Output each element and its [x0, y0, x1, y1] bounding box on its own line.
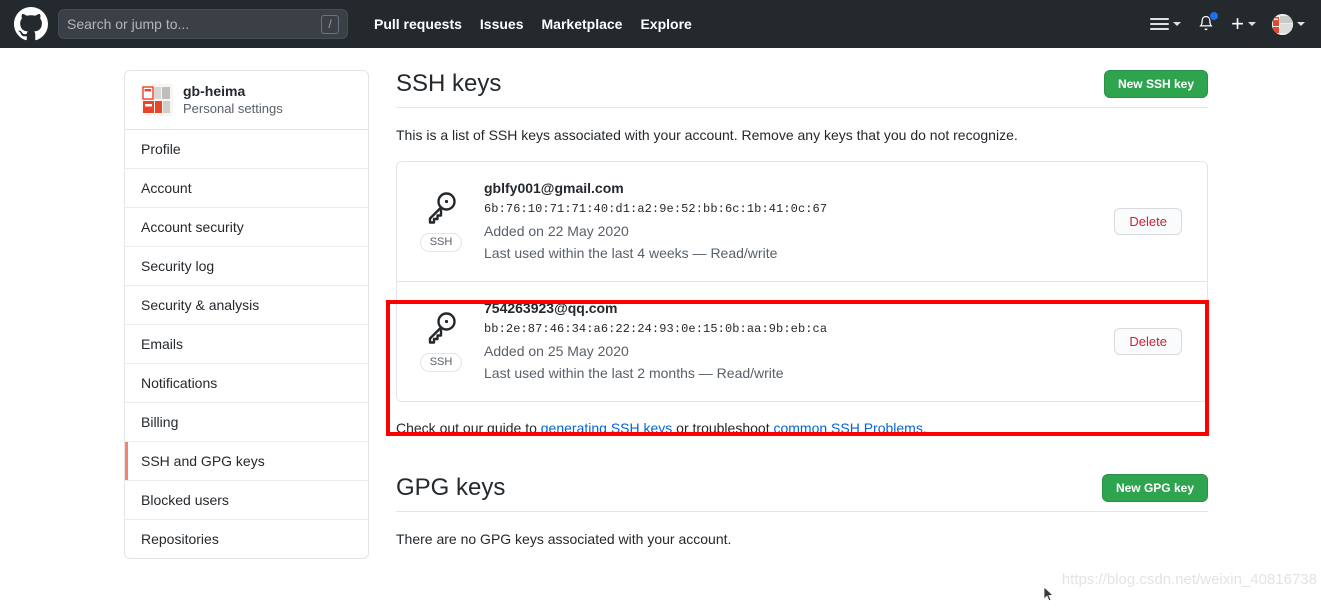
sidebar-item-repositories[interactable]: Repositories [125, 520, 368, 558]
nav-issues[interactable]: Issues [480, 16, 524, 32]
watermark: https://blog.csdn.net/weixin_40816738 [1062, 571, 1317, 588]
ssh-key-row: SSH gblfy001@gmail.com 6b:76:10:71:71:40… [397, 162, 1207, 281]
ssh-key-row: SSH 754263923@qq.com bb:2e:87:46:34:a6:2… [397, 281, 1207, 401]
global-header: Search or jump to... / Pull requests Iss… [0, 0, 1321, 48]
sidebar-item-label: Notifications [141, 375, 217, 391]
ssh-key-added-date: Added on 22 May 2020 [484, 220, 1114, 242]
ssh-key-added-date: Added on 25 May 2020 [484, 340, 1114, 362]
new-ssh-key-button[interactable]: New SSH key [1104, 70, 1208, 98]
sidebar-item-profile[interactable]: Profile [125, 130, 368, 169]
ssh-key-title: 754263923@qq.com [484, 298, 1114, 319]
settings-sidebar: gb-heima Personal settings Profile Accou… [124, 70, 369, 559]
ssh-badge: SSH [420, 353, 463, 372]
sidebar-item-notifications[interactable]: Notifications [125, 364, 368, 403]
header-right-actions: + [1144, 0, 1311, 48]
gpg-keys-description: There are no GPG keys associated with yo… [396, 531, 1208, 547]
mouse-cursor-icon [1043, 586, 1055, 609]
sidebar-item-label: Account [141, 180, 192, 196]
sidebar-item-emails[interactable]: Emails [125, 325, 368, 364]
common-ssh-problems-link[interactable]: common SSH Problems [773, 420, 922, 436]
nav-explore[interactable]: Explore [640, 16, 691, 32]
sidebar-user-texts: gb-heima Personal settings [183, 83, 283, 117]
ssh-help-prefix: Check out our guide to [396, 420, 541, 436]
avatar [141, 84, 173, 116]
hamburger-icon [1150, 18, 1169, 30]
ssh-key-details: gblfy001@gmail.com 6b:76:10:71:71:40:d1:… [484, 178, 1114, 265]
ssh-keys-list: SSH gblfy001@gmail.com 6b:76:10:71:71:40… [396, 161, 1208, 402]
ssh-key-last-used: Last used within the last 4 weeks — Read… [484, 242, 1114, 264]
chevron-down-icon [1297, 22, 1305, 26]
ssh-key-title: gblfy001@gmail.com [484, 178, 1114, 199]
chevron-down-icon [1173, 22, 1181, 26]
delete-button[interactable]: Delete [1114, 208, 1182, 235]
user-menu-button[interactable] [1266, 14, 1311, 35]
ssh-help-text: Check out our guide to generating SSH ke… [396, 420, 1208, 436]
search-placeholder: Search or jump to... [67, 16, 321, 32]
sidebar-user-subtitle: Personal settings [183, 101, 283, 117]
sidebar-user-name: gb-heima [183, 83, 283, 101]
nav-pull-requests[interactable]: Pull requests [374, 16, 462, 32]
ssh-key-details: 754263923@qq.com bb:2e:87:46:34:a6:22:24… [484, 298, 1114, 385]
notifications-button[interactable] [1191, 14, 1221, 34]
ssh-badge: SSH [420, 233, 463, 252]
nav-marketplace[interactable]: Marketplace [542, 16, 623, 32]
sidebar-user-header[interactable]: gb-heima Personal settings [125, 71, 368, 130]
ssh-key-fingerprint: 6b:76:10:71:71:40:d1:a2:9e:52:bb:6c:1b:4… [484, 199, 1114, 220]
sidebar-item-account[interactable]: Account [125, 169, 368, 208]
sidebar-item-label: Emails [141, 336, 183, 352]
sidebar-item-label: Blocked users [141, 492, 229, 508]
main-content: SSH keys New SSH key This is a list of S… [396, 70, 1208, 559]
sidebar-item-blocked-users[interactable]: Blocked users [125, 481, 368, 520]
notification-unread-dot [1209, 11, 1219, 21]
sidebar-item-billing[interactable]: Billing [125, 403, 368, 442]
new-gpg-key-button[interactable]: New GPG key [1102, 474, 1208, 502]
ssh-help-suffix: . [923, 420, 927, 436]
ssh-keys-description: This is a list of SSH keys associated wi… [396, 127, 1208, 143]
generating-ssh-keys-link[interactable]: generating SSH keys [541, 420, 673, 436]
sidebar-item-account-security[interactable]: Account security [125, 208, 368, 247]
sidebar-item-label: SSH and GPG keys [141, 453, 265, 469]
key-icon [423, 311, 459, 349]
sidebar-item-label: Security log [141, 258, 214, 274]
page-body: gb-heima Personal settings Profile Accou… [0, 48, 1321, 559]
delete-button[interactable]: Delete [1114, 328, 1182, 355]
primary-nav: Pull requests Issues Marketplace Explore [374, 16, 692, 32]
ssh-key-icon-group: SSH [413, 311, 469, 372]
sidebar-item-security-log[interactable]: Security log [125, 247, 368, 286]
sidebar-item-label: Security & analysis [141, 297, 259, 313]
key-icon [423, 191, 459, 229]
page-title: SSH keys [396, 70, 501, 98]
search-shortcut-key: / [321, 15, 339, 34]
sidebar-item-label: Account security [141, 219, 244, 235]
ssh-key-fingerprint: bb:2e:87:46:34:a6:22:24:93:0e:15:0b:aa:9… [484, 319, 1114, 340]
sidebar-item-label: Repositories [141, 531, 219, 547]
ssh-keys-section-header: SSH keys New SSH key [396, 70, 1208, 108]
sidebar-item-label: Profile [141, 141, 181, 157]
ssh-key-last-used: Last used within the last 2 months — Rea… [484, 362, 1114, 384]
gpg-keys-section-header: GPG keys New GPG key [396, 474, 1208, 512]
bell-icon [1197, 14, 1215, 34]
github-logo-icon[interactable] [14, 7, 48, 41]
ssh-help-middle: or troubleshoot [672, 420, 773, 436]
sidebar-item-label: Billing [141, 414, 178, 430]
sidebar-item-security-and-analysis[interactable]: Security & analysis [125, 286, 368, 325]
plus-icon: + [1231, 15, 1244, 33]
chevron-down-icon [1248, 22, 1256, 26]
sidebar-item-ssh-and-gpg-keys[interactable]: SSH and GPG keys [125, 442, 368, 481]
hamburger-menu-button[interactable] [1144, 18, 1187, 30]
avatar [1272, 14, 1293, 35]
search-input[interactable]: Search or jump to... / [58, 9, 348, 39]
create-new-button[interactable]: + [1225, 15, 1262, 33]
gpg-page-title: GPG keys [396, 474, 505, 502]
ssh-key-icon-group: SSH [413, 191, 469, 252]
